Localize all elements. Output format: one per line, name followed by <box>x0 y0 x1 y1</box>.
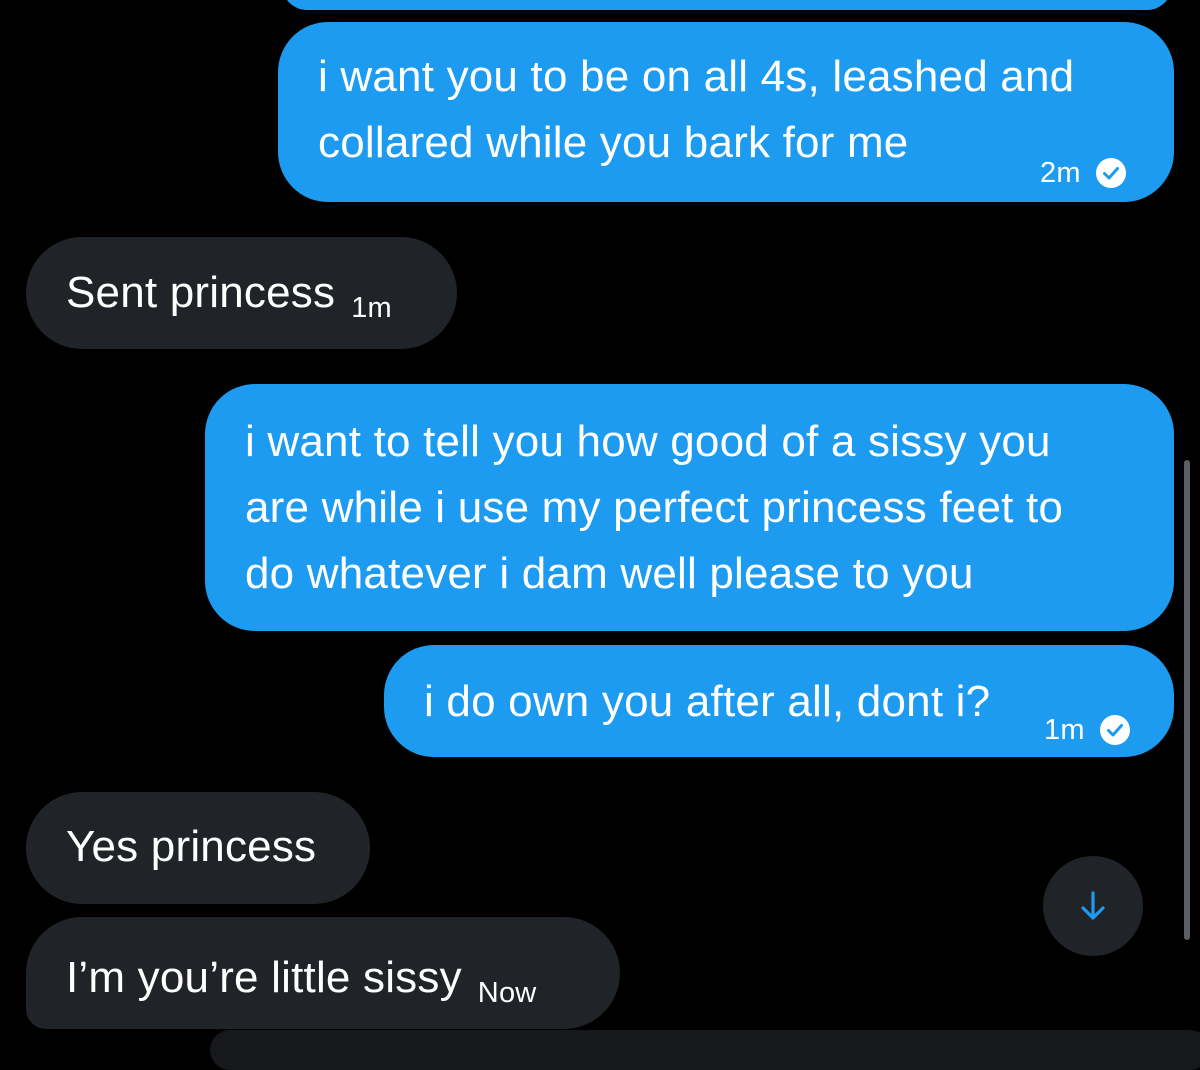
message-time: 1m <box>351 292 392 324</box>
message-time: 2m <box>1040 157 1081 189</box>
check-circle-icon <box>1095 158 1126 188</box>
message-meta: 1m <box>1044 697 1131 763</box>
previous-message-bubble-edge[interactable] <box>282 0 1172 10</box>
message-time: 1m <box>1044 714 1085 746</box>
message-text: Sent princess <box>66 268 336 317</box>
message-bubble-outgoing[interactable]: i want to tell you how good of a sissy y… <box>205 384 1174 631</box>
message-bubble-outgoing[interactable]: i do own you after all, dont i? 1m <box>384 645 1174 757</box>
message-time: Now <box>477 977 537 1009</box>
message-thread: i want you to be on all 4s, leashed and … <box>0 0 1200 1070</box>
arrow-down-icon <box>1081 891 1105 920</box>
scroll-to-bottom-button[interactable] <box>1043 856 1143 956</box>
message-bubble-incoming[interactable]: Yes princess <box>26 792 370 904</box>
next-message-bubble-edge[interactable] <box>210 1030 1200 1070</box>
message-bubble-incoming[interactable]: I’m you’re little sissy Now <box>26 917 620 1029</box>
message-bubble-outgoing[interactable]: i want you to be on all 4s, leashed and … <box>278 22 1174 202</box>
message-meta: 2m <box>1040 140 1127 206</box>
scrollbar[interactable] <box>1184 460 1190 940</box>
message-text: I’m you’re little sissy <box>66 953 462 1002</box>
message-text: Yes princess <box>66 822 317 871</box>
message-bubble-incoming[interactable]: Sent princess 1m <box>26 237 457 349</box>
message-text: i want to tell you how good of a sissy y… <box>245 417 1064 598</box>
check-circle-icon <box>1099 715 1130 745</box>
